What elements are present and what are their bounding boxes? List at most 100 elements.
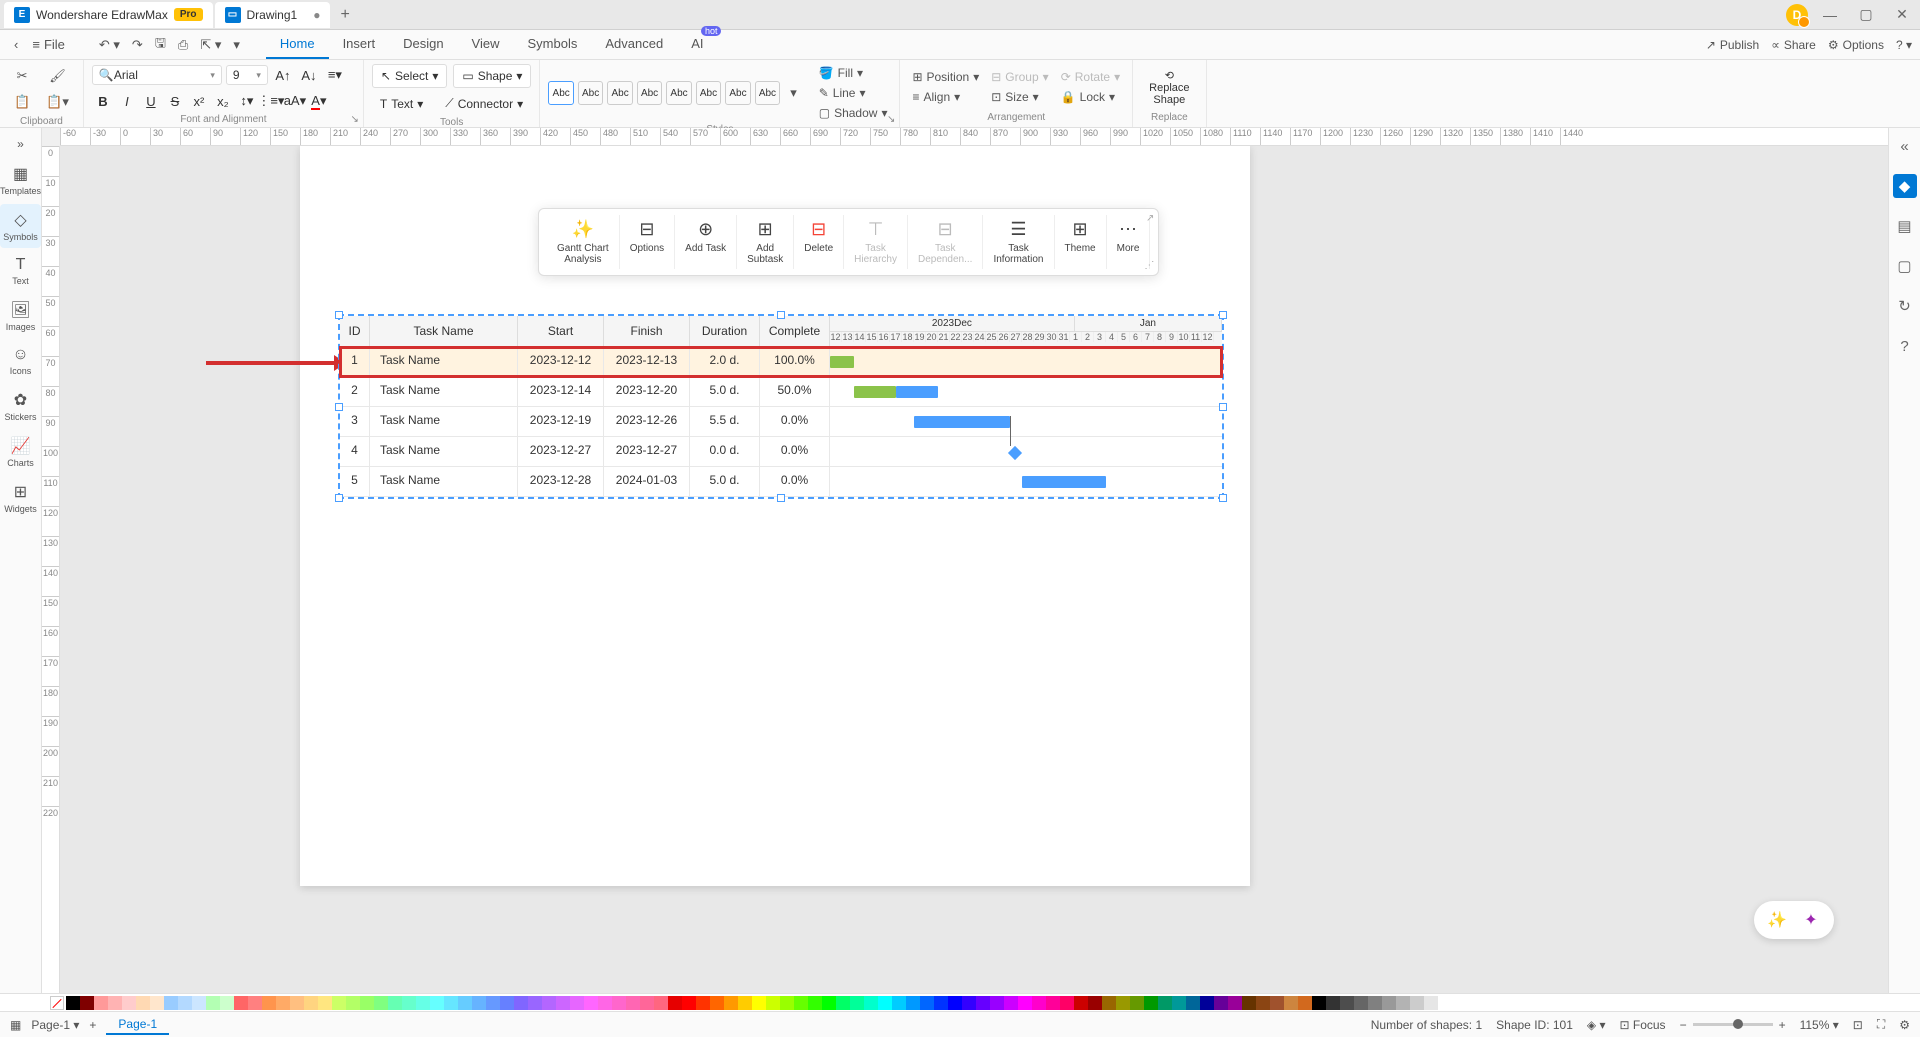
sidebar-item-icons[interactable]: ☺Icons <box>0 340 41 382</box>
color-swatch[interactable] <box>626 996 640 1010</box>
sel-handle-tl[interactable] <box>335 311 343 319</box>
color-swatch[interactable] <box>836 996 850 1010</box>
font-size-select[interactable]: 9▾ <box>226 65 268 85</box>
color-swatch[interactable] <box>1228 996 1242 1010</box>
color-swatch[interactable] <box>1144 996 1158 1010</box>
color-swatch[interactable] <box>1242 996 1256 1010</box>
color-swatch[interactable] <box>976 996 990 1010</box>
color-swatch[interactable] <box>346 996 360 1010</box>
color-swatch[interactable] <box>262 996 276 1010</box>
color-swatch[interactable] <box>1424 996 1438 1010</box>
sel-handle-ml[interactable] <box>335 403 343 411</box>
tab-symbols[interactable]: Symbols <box>514 30 592 59</box>
style-swatch-2[interactable]: Abc <box>578 81 603 105</box>
color-swatch[interactable] <box>1340 996 1354 1010</box>
maximize-button[interactable]: ▢ <box>1852 1 1880 29</box>
position-button[interactable]: ⊞ Position▾ <box>908 68 983 86</box>
color-swatch[interactable] <box>206 996 220 1010</box>
superscript-button[interactable]: x² <box>188 90 210 112</box>
font-family-select[interactable]: 🔍 Arial▾ <box>92 65 222 85</box>
color-swatch[interactable] <box>402 996 416 1010</box>
color-swatch[interactable] <box>738 996 752 1010</box>
save-button[interactable]: 🖫 <box>149 30 172 60</box>
document-tab[interactable]: ▭ Drawing1 ● <box>215 2 331 28</box>
color-swatch[interactable] <box>962 996 976 1010</box>
close-window-button[interactable]: ✕ <box>1888 1 1916 29</box>
color-swatch[interactable] <box>1186 996 1200 1010</box>
file-menu[interactable]: ≡ File <box>24 33 73 56</box>
font-color-button[interactable]: A▾ <box>308 90 330 112</box>
color-swatch[interactable] <box>1200 996 1214 1010</box>
add-task-button[interactable]: ⊕Add Task <box>675 215 737 269</box>
line-spacing-button[interactable]: ↕▾ <box>236 90 258 112</box>
right-help-button[interactable]: ? <box>1893 334 1917 358</box>
color-swatch[interactable] <box>1130 996 1144 1010</box>
connector-tool[interactable]: ⟋ Connector ▾ <box>437 92 531 115</box>
fab-sparkle-button[interactable]: ✨ <box>1764 907 1790 933</box>
color-swatch[interactable] <box>290 996 304 1010</box>
color-swatch[interactable] <box>668 996 682 1010</box>
style-swatch-7[interactable]: Abc <box>725 81 750 105</box>
gantt-row-5[interactable]: 5 Task Name 2023-12-28 2024-01-03 5.0 d.… <box>340 467 1222 497</box>
color-swatch[interactable] <box>416 996 430 1010</box>
color-swatch[interactable] <box>332 996 346 1010</box>
color-swatch[interactable] <box>808 996 822 1010</box>
sel-handle-bc[interactable] <box>777 494 785 502</box>
color-swatch[interactable] <box>486 996 500 1010</box>
color-swatch[interactable] <box>164 996 178 1010</box>
gantt-milestone-4[interactable] <box>1008 446 1022 460</box>
theme-button[interactable]: ⊞Theme <box>1055 215 1107 269</box>
color-swatch[interactable] <box>556 996 570 1010</box>
right-format-button[interactable]: ◆ <box>1893 174 1917 198</box>
add-tab-button[interactable]: + <box>340 6 349 24</box>
sel-handle-bl[interactable] <box>335 494 343 502</box>
gantt-bar-2b[interactable] <box>896 386 938 398</box>
rotate-button[interactable]: ⟳ Rotate▾ <box>1057 68 1124 86</box>
color-swatch[interactable] <box>766 996 780 1010</box>
color-swatch[interactable] <box>80 996 94 1010</box>
gantt-chart[interactable]: ID Task Name Start Finish Duration Compl… <box>338 314 1224 499</box>
color-swatch[interactable] <box>1060 996 1074 1010</box>
gantt-bar-3[interactable] <box>914 416 1010 428</box>
right-history-button[interactable]: ↻ <box>1893 294 1917 318</box>
color-swatch[interactable] <box>822 996 836 1010</box>
color-swatch[interactable] <box>752 996 766 1010</box>
float-grip-icon[interactable]: ⋰ <box>1144 260 1154 271</box>
float-close-icon[interactable]: ↗ <box>1146 213 1154 224</box>
color-swatch[interactable] <box>192 996 206 1010</box>
gantt-row-4[interactable]: 4 Task Name 2023-12-27 2023-12-27 0.0 d.… <box>340 437 1222 467</box>
right-layers-button[interactable]: ▢ <box>1893 254 1917 278</box>
task-dependency-button[interactable]: ⊟Task Dependen... <box>908 215 984 269</box>
styles-more-button[interactable]: ▾ <box>784 81 803 105</box>
italic-button[interactable]: I <box>116 90 138 112</box>
style-swatch-6[interactable]: Abc <box>696 81 721 105</box>
color-swatch[interactable] <box>1158 996 1172 1010</box>
sidebar-expand-button[interactable]: » <box>0 132 41 156</box>
color-swatch[interactable] <box>374 996 388 1010</box>
style-swatch-3[interactable]: Abc <box>607 81 632 105</box>
color-swatch[interactable] <box>1438 996 1452 1010</box>
color-swatch[interactable] <box>66 996 80 1010</box>
styles-expand-icon[interactable]: ↘ <box>887 114 895 125</box>
color-swatch[interactable] <box>234 996 248 1010</box>
line-button[interactable]: ✎ Line▾ <box>815 84 892 102</box>
color-swatch[interactable] <box>360 996 374 1010</box>
color-swatch[interactable] <box>850 996 864 1010</box>
color-swatch[interactable] <box>136 996 150 1010</box>
sidebar-item-images[interactable]: 🖼Images <box>0 294 41 338</box>
color-swatch[interactable] <box>220 996 234 1010</box>
increase-font-button[interactable]: A↑ <box>272 64 294 86</box>
redo-button[interactable]: ↷ <box>126 33 149 57</box>
color-swatch[interactable] <box>780 996 794 1010</box>
color-swatch[interactable] <box>990 996 1004 1010</box>
text-case-button[interactable]: aA▾ <box>284 90 306 112</box>
color-swatch[interactable] <box>248 996 262 1010</box>
color-swatch[interactable] <box>710 996 724 1010</box>
text-tool[interactable]: T Text ▾ <box>372 92 431 115</box>
color-swatch[interactable] <box>528 996 542 1010</box>
tab-design[interactable]: Design <box>389 30 457 59</box>
color-swatch[interactable] <box>388 996 402 1010</box>
sidebar-item-stickers[interactable]: ✿Stickers <box>0 384 41 428</box>
color-swatch[interactable] <box>276 996 290 1010</box>
color-swatch[interactable] <box>1172 996 1186 1010</box>
